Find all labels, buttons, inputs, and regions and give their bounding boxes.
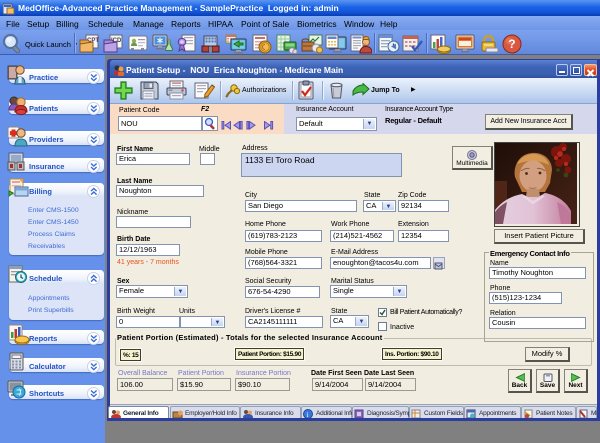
svg-text:?: ?: [508, 37, 515, 51]
